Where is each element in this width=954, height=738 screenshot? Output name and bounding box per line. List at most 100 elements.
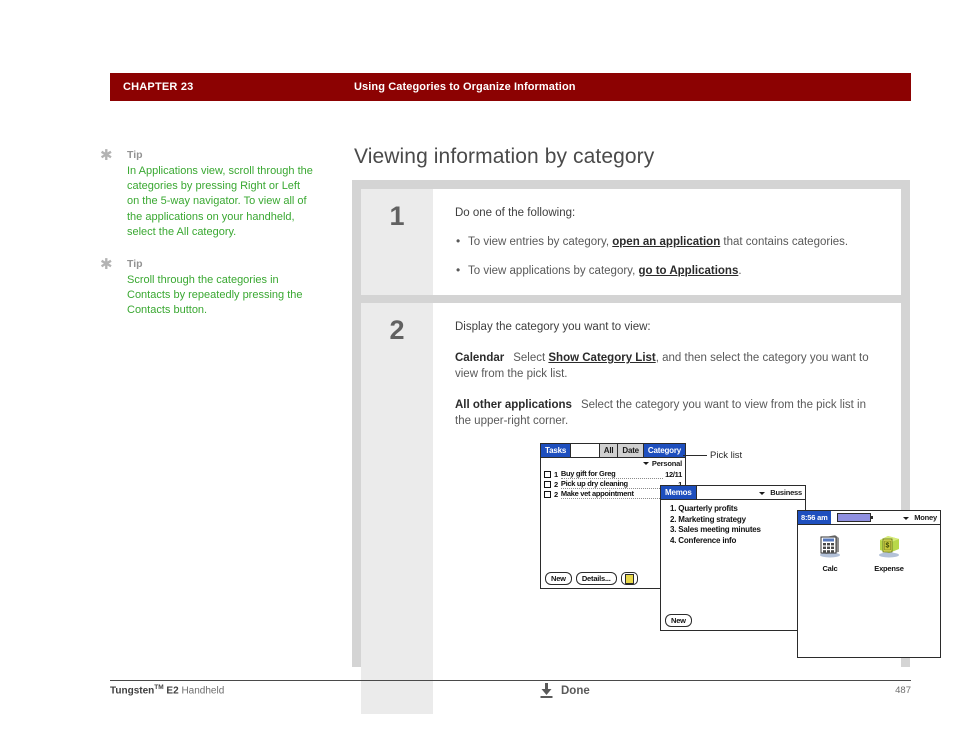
details-button[interactable]: Details... (575, 572, 617, 585)
task-name: Make vet appointment (560, 489, 677, 499)
step-body: Display the category you want to view: C… (433, 303, 941, 714)
page-title: Viewing information by category (354, 145, 655, 168)
list-item[interactable]: 1. Quarterly profits (670, 504, 805, 515)
app-item-expense[interactable]: $ Expense (868, 532, 910, 573)
tip-text: In Applications view, scroll through the… (127, 165, 313, 238)
step-row-1: 1 Do one of the following: To view entri… (361, 189, 901, 295)
list-item[interactable]: 4. Conference info (670, 536, 805, 547)
task-priority: 1 (554, 469, 558, 479)
step-lead-text: Display the category you want to view: (455, 321, 651, 333)
task-priority: 2 (554, 489, 558, 499)
step-number-cell: 1 (361, 189, 433, 295)
task-name: Buy gift for Greg (560, 469, 664, 479)
tip-text: Scroll through the categories in Contact… (127, 274, 303, 317)
tasks-category-value: Personal (651, 459, 682, 468)
term-calendar: Calendar (455, 352, 505, 364)
callout-label: Pick list (710, 450, 743, 461)
memos-title: Memos (661, 486, 697, 499)
svg-text:$: $ (886, 543, 890, 550)
asterisk-icon: ✱ (100, 255, 113, 274)
tip-label: Tip (127, 258, 143, 271)
list-item: To view applications by category, go to … (455, 262, 883, 279)
tasks-titlebar: Tasks All Date Category (541, 444, 685, 458)
checkbox-icon[interactable] (544, 490, 551, 498)
tab-all[interactable]: All (600, 444, 619, 457)
step-bullet-list: To view entries by category, open an app… (455, 233, 883, 279)
link-open-an-application[interactable]: open an application (612, 236, 720, 248)
paragraph-calendar: Calendar Select Show Category List, and t… (455, 350, 883, 382)
applications-grid: Calc $ Expense (798, 525, 940, 573)
memos-button-row: New (665, 614, 692, 627)
tip-block: ✱ Tip In Applications view, scroll throu… (100, 148, 315, 240)
memos-list: 1. Quarterly profits 2. Marketing strate… (661, 500, 805, 546)
paragraph-pre-text: Select (513, 352, 549, 364)
done-label: Done (561, 684, 590, 697)
chapter-number: CHAPTER 23 (123, 81, 194, 93)
chevron-down-icon (903, 516, 910, 520)
callout-leader-line (683, 455, 707, 456)
link-show-category-list[interactable]: Show Category List (548, 352, 655, 364)
new-button[interactable]: New (545, 572, 572, 585)
apps-category-picklist[interactable]: Money (903, 513, 940, 522)
memos-titlebar: Memos Business (661, 486, 805, 500)
footer-divider (110, 680, 911, 681)
footer-product: TungstenTM E2 Handheld (110, 684, 224, 696)
applications-titlebar: 8:56 am Money (798, 511, 940, 525)
task-name: Pick up dry cleaning (560, 479, 677, 489)
callout-pick-list: Pick list (683, 450, 742, 461)
bullet-post-text: . (738, 265, 742, 277)
term-all-other-applications: All other applications (455, 399, 572, 411)
tip-block: ✱ Tip Scroll through the categories in C… (100, 257, 315, 319)
calculator-icon (820, 535, 840, 558)
tasks-category-picklist[interactable]: Personal (541, 458, 685, 469)
app-item-calc[interactable]: Calc (809, 532, 851, 573)
apps-category-value: Money (914, 513, 937, 522)
step-number-cell: 2 (361, 303, 433, 714)
chevron-down-icon (759, 491, 766, 495)
app-label: Expense (874, 564, 904, 573)
bullet-pre-text: To view entries by category, (468, 236, 613, 248)
applications-window: 8:56 am Money Calc $ Expense (797, 510, 941, 658)
trademark-symbol: TM (154, 684, 164, 691)
list-item[interactable]: 3. Sales meeting minutes (670, 525, 805, 536)
device-illustration: Pick list Tasks All Date Category Person… (455, 443, 941, 671)
steps-panel: 1 Do one of the following: To view entri… (352, 180, 941, 714)
step-lead-text: Do one of the following: (455, 207, 576, 219)
step-number: 2 (389, 315, 405, 345)
footer-product-name: Tungsten (110, 685, 155, 697)
memos-window: Memos Business 1. Quarterly profits 2. M… (660, 485, 806, 631)
step-number: 1 (389, 201, 405, 231)
memos-category-picklist[interactable]: Business (759, 488, 805, 497)
page-number: 487 (895, 685, 911, 696)
note-icon[interactable] (620, 572, 638, 585)
download-arrow-icon (540, 683, 553, 698)
asterisk-icon: ✱ (100, 146, 113, 164)
checkbox-icon[interactable] (544, 480, 551, 488)
step-body: Do one of the following: To view entries… (433, 189, 901, 295)
chapter-title: Using Categories to Organize Information (354, 81, 576, 93)
tab-date[interactable]: Date (618, 444, 644, 457)
app-label: Calc (822, 564, 838, 573)
bullet-post-text: that contains categories. (720, 236, 849, 248)
tab-category[interactable]: Category (643, 444, 685, 457)
battery-icon (836, 513, 873, 522)
clock-label: 8:56 am (798, 511, 831, 524)
list-item[interactable]: 2. Marketing strategy (670, 515, 805, 526)
memos-category-value: Business (770, 488, 802, 497)
paragraph-all-other-applications: All other applications Select the categor… (455, 397, 883, 429)
step-row-2: 2 Display the category you want to view:… (361, 303, 941, 714)
footer-product-type: Handheld (178, 685, 225, 697)
table-row[interactable]: 1 Buy gift for Greg 12/11 (544, 469, 682, 479)
tips-sidebar: ✱ Tip In Applications view, scroll throu… (100, 148, 315, 336)
footer-product-model: E2 (163, 685, 179, 697)
link-go-to-applications[interactable]: go to Applications (638, 265, 738, 277)
tab-tasks[interactable]: Tasks (541, 444, 572, 457)
tip-label: Tip (127, 149, 143, 161)
task-priority: 2 (554, 479, 558, 489)
titlebar-spacer (571, 444, 600, 457)
new-button[interactable]: New (665, 614, 692, 627)
money-icon: $ (879, 536, 899, 558)
chevron-down-icon (642, 462, 649, 465)
checkbox-icon[interactable] (544, 470, 551, 478)
tasks-button-row: New Details... (545, 572, 638, 585)
